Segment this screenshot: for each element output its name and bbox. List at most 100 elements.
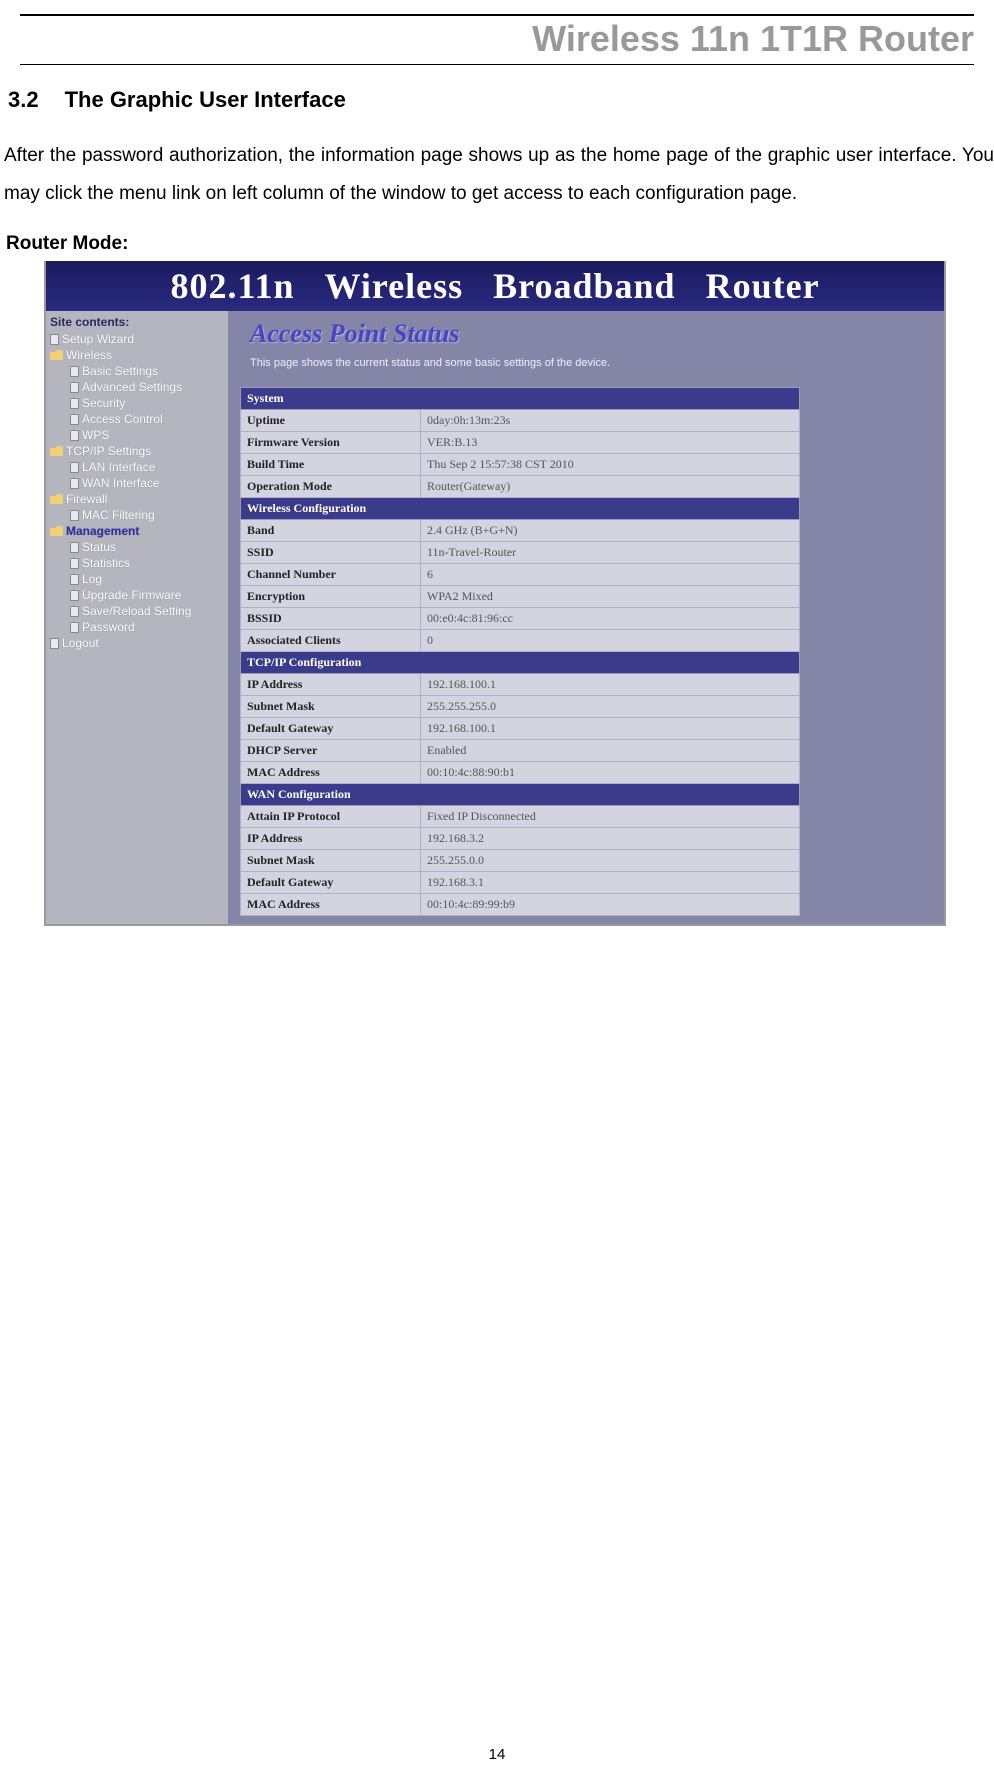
table-section-header: System xyxy=(241,388,800,410)
row-value: 192.168.3.1 xyxy=(421,872,800,894)
row-key: Default Gateway xyxy=(241,718,421,740)
sidebar-item-label: Statistics xyxy=(82,557,130,569)
row-value: 0day:0h:13m:23s xyxy=(421,410,800,432)
row-key: Firmware Version xyxy=(241,432,421,454)
page-icon xyxy=(70,574,79,585)
folder-open-icon xyxy=(50,494,63,504)
row-key: Build Time xyxy=(241,454,421,476)
folder-open-icon xyxy=(50,446,63,456)
sidebar-item-lan-interface[interactable]: LAN Interface xyxy=(48,459,226,475)
sidebar-item-log[interactable]: Log xyxy=(48,571,226,587)
sidebar-item-label: MAC Filtering xyxy=(82,509,155,521)
section-number: 3.2 xyxy=(8,87,39,112)
sidebar-item-label: LAN Interface xyxy=(82,461,155,473)
table-section-header: WAN Configuration xyxy=(241,784,800,806)
sidebar-item-label: Basic Settings xyxy=(82,365,158,377)
sidebar-item-label: Status xyxy=(82,541,116,553)
page-icon xyxy=(70,606,79,617)
sidebar-item-tcp-ip-settings[interactable]: TCP/IP Settings xyxy=(48,443,226,459)
header-rule-top xyxy=(20,14,974,16)
page-icon xyxy=(70,622,79,633)
sidebar-item-firewall[interactable]: Firewall xyxy=(48,491,226,507)
header-rule-bottom xyxy=(20,64,974,65)
page-icon xyxy=(70,590,79,601)
page-icon xyxy=(50,638,59,649)
row-value: Thu Sep 2 15:57:38 CST 2010 xyxy=(421,454,800,476)
sidebar-item-label: Log xyxy=(82,573,102,585)
section-body: After the password authorization, the in… xyxy=(4,137,994,213)
table-row: MAC Address00:10:4c:88:90:b1 xyxy=(241,762,800,784)
sidebar-item-setup-wizard[interactable]: Setup Wizard xyxy=(48,331,226,347)
sidebar-item-wan-interface[interactable]: WAN Interface xyxy=(48,475,226,491)
table-section-header: Wireless Configuration xyxy=(241,498,800,520)
sidebar-item-security[interactable]: Security xyxy=(48,395,226,411)
table-section-header: TCP/IP Configuration xyxy=(241,652,800,674)
sidebar-item-statistics[interactable]: Statistics xyxy=(48,555,226,571)
page-icon xyxy=(70,414,79,425)
section-heading: 3.2 The Graphic User Interface xyxy=(8,87,994,113)
page-icon xyxy=(70,558,79,569)
sidebar-item-access-control[interactable]: Access Control xyxy=(48,411,226,427)
table-row: DHCP ServerEnabled xyxy=(241,740,800,762)
row-value: 2.4 GHz (B+G+N) xyxy=(421,520,800,542)
section-header-cell: Wireless Configuration xyxy=(241,498,800,520)
row-value: 192.168.100.1 xyxy=(421,674,800,696)
page-icon xyxy=(70,462,79,473)
table-row: Default Gateway192.168.3.1 xyxy=(241,872,800,894)
table-row: BSSID00:e0:4c:81:96:cc xyxy=(241,608,800,630)
row-value: Fixed IP Disconnected xyxy=(421,806,800,828)
sidebar-item-save-reload-setting[interactable]: Save/Reload Setting xyxy=(48,603,226,619)
sidebar-item-status[interactable]: Status xyxy=(48,539,226,555)
row-value: WPA2 Mixed xyxy=(421,586,800,608)
sidebar-item-wireless[interactable]: Wireless xyxy=(48,347,226,363)
table-row: Uptime0day:0h:13m:23s xyxy=(241,410,800,432)
sidebar-item-label: TCP/IP Settings xyxy=(66,445,151,457)
sidebar-item-management[interactable]: Management xyxy=(48,523,226,539)
sidebar-item-label: Password xyxy=(82,621,135,633)
row-key: Attain IP Protocol xyxy=(241,806,421,828)
row-key: Uptime xyxy=(241,410,421,432)
sidebar-item-label: Upgrade Firmware xyxy=(82,589,181,601)
row-value: Enabled xyxy=(421,740,800,762)
sidebar-item-label: Advanced Settings xyxy=(82,381,182,393)
sidebar-item-wps[interactable]: WPS xyxy=(48,427,226,443)
table-row: Firmware VersionVER:B.13 xyxy=(241,432,800,454)
sidebar-item-password[interactable]: Password xyxy=(48,619,226,635)
row-value: 00:10:4c:88:90:b1 xyxy=(421,762,800,784)
sidebar-item-advanced-settings[interactable]: Advanced Settings xyxy=(48,379,226,395)
row-key: BSSID xyxy=(241,608,421,630)
ui-banner: 802.11n Wireless Broadband Router xyxy=(44,261,946,311)
table-row: Band2.4 GHz (B+G+N) xyxy=(241,520,800,542)
sidebar-item-label: Management xyxy=(66,525,139,537)
row-value: 192.168.100.1 xyxy=(421,718,800,740)
sidebar-item-upgrade-firmware[interactable]: Upgrade Firmware xyxy=(48,587,226,603)
page-icon xyxy=(70,398,79,409)
row-value: 255.255.255.0 xyxy=(421,696,800,718)
table-row: Channel Number6 xyxy=(241,564,800,586)
sidebar-nav: Site contents: Setup WizardWirelessBasic… xyxy=(46,311,228,924)
table-row: Attain IP ProtocolFixed IP Disconnected xyxy=(241,806,800,828)
section-header-cell: WAN Configuration xyxy=(241,784,800,806)
status-table: SystemUptime0day:0h:13m:23sFirmware Vers… xyxy=(240,387,800,916)
row-value: 00:10:4c:89:99:b9 xyxy=(421,894,800,916)
section-title: The Graphic User Interface xyxy=(65,87,346,112)
sidebar-item-label: Firewall xyxy=(66,493,107,505)
row-key: Default Gateway xyxy=(241,872,421,894)
sidebar-item-basic-settings[interactable]: Basic Settings xyxy=(48,363,226,379)
sidebar-item-mac-filtering[interactable]: MAC Filtering xyxy=(48,507,226,523)
page-description: This page shows the current status and s… xyxy=(236,353,936,387)
row-key: IP Address xyxy=(241,674,421,696)
table-row: EncryptionWPA2 Mixed xyxy=(241,586,800,608)
row-key: MAC Address xyxy=(241,894,421,916)
page-icon xyxy=(70,510,79,521)
table-row: Subnet Mask255.255.255.0 xyxy=(241,696,800,718)
page-icon xyxy=(70,430,79,441)
table-row: Default Gateway192.168.100.1 xyxy=(241,718,800,740)
sidebar-item-label: Logout xyxy=(62,637,99,649)
page-icon xyxy=(70,542,79,553)
row-value: 00:e0:4c:81:96:cc xyxy=(421,608,800,630)
sidebar-item-label: WAN Interface xyxy=(82,477,160,489)
sidebar-item-label: Security xyxy=(82,397,125,409)
sidebar-item-logout[interactable]: Logout xyxy=(48,635,226,651)
row-value: 255.255.0.0 xyxy=(421,850,800,872)
